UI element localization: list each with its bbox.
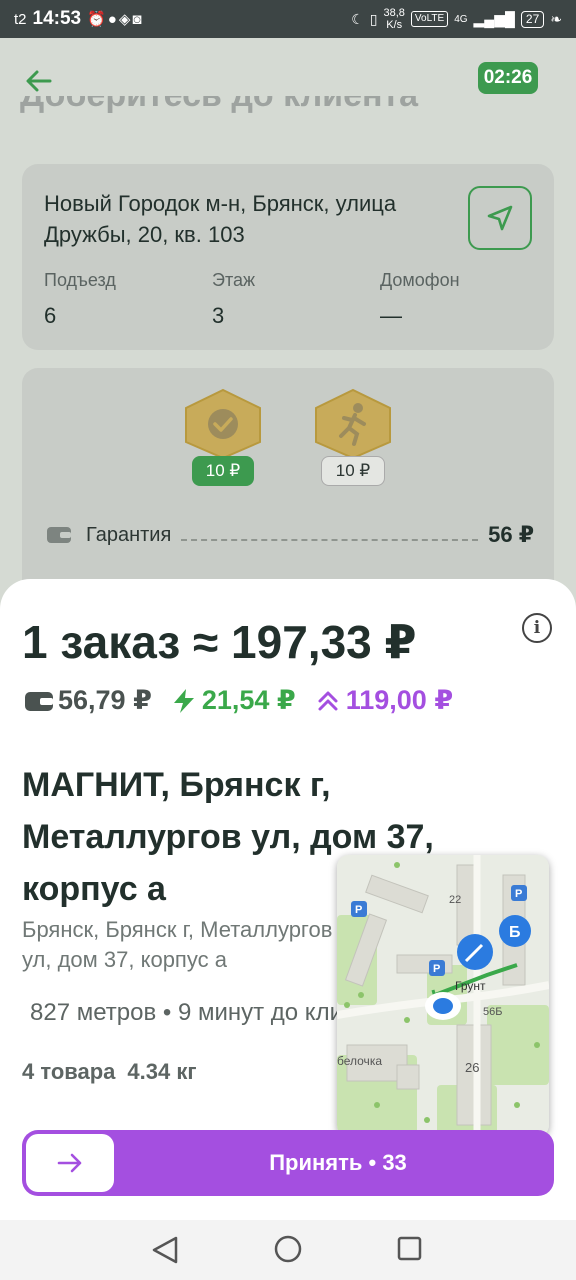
map-label-house: 56Б bbox=[483, 1006, 502, 1018]
parking-icon: P bbox=[515, 888, 522, 900]
entrance-field: Подъезд 6 bbox=[44, 270, 116, 328]
leaf-icon: ❧ bbox=[550, 10, 562, 27]
boost-pay: 119,00 ₽ bbox=[314, 685, 453, 716]
page-title: Доберитесь до клиента bbox=[20, 96, 460, 122]
parking-icon: P bbox=[355, 904, 362, 916]
items-summary: 4 товара 4.34 кг bbox=[22, 1059, 197, 1085]
vibrate-icon: ▯ bbox=[369, 10, 378, 27]
base-pay: 56,79 ₽ bbox=[24, 685, 152, 716]
guarantee-leader bbox=[181, 529, 479, 541]
badge-amount-inactive: 10 ₽ bbox=[321, 456, 385, 486]
address-card: Новый Городок м-н, Брянск, улица Дружбы,… bbox=[22, 164, 554, 350]
items-weight: 4.34 кг bbox=[127, 1059, 197, 1084]
floor-field: Этаж 3 bbox=[212, 270, 256, 328]
navigate-button[interactable] bbox=[468, 186, 532, 250]
map-label-ground: Грунт bbox=[455, 979, 486, 993]
arrow-left-icon bbox=[26, 70, 52, 92]
destination-marker: Б bbox=[509, 924, 521, 941]
map-label-kindergarten: белочка bbox=[337, 1054, 382, 1068]
network-type: 4G bbox=[454, 13, 468, 25]
guarantee-label: Гарантия bbox=[86, 523, 172, 546]
slider-handle[interactable] bbox=[26, 1134, 114, 1192]
earnings-row: 56,79 ₽ 21,54 ₽ 119,00 ₽ bbox=[24, 685, 453, 716]
network-speed: 38,8 K/s bbox=[383, 7, 405, 31]
arrow-right-icon bbox=[57, 1153, 82, 1173]
order-sheet: 1 заказ ≈ 197,33 ₽ i 56,79 ₽ 21,54 ₽ 119… bbox=[0, 579, 576, 1220]
runner-hex-icon[interactable] bbox=[314, 388, 392, 460]
route-map[interactable]: P P P Б Грунт 56Б 26 22 белочка bbox=[337, 855, 549, 1137]
navigation-bar bbox=[0, 1220, 576, 1280]
distance-row: 827 метров • 9 минут до клиента bbox=[22, 999, 342, 1027]
bonus-card: 10 ₽ 10 ₽ Гарантия 56 ₽ bbox=[22, 368, 554, 608]
check-hex-icon[interactable] bbox=[184, 388, 262, 460]
clock: 14:53 bbox=[32, 8, 82, 29]
notification-icons: ⏰●◈◙ bbox=[87, 11, 144, 28]
home-nav-icon[interactable] bbox=[274, 1235, 302, 1263]
chevrons-up-icon bbox=[318, 691, 338, 710]
order-title: 1 заказ ≈ 197,33 ₽ bbox=[22, 616, 417, 668]
moon-icon: ☾ bbox=[351, 10, 364, 27]
wallet-icon bbox=[25, 691, 53, 711]
signal-icon: ▂▄▆█ bbox=[473, 10, 515, 27]
bolt-icon bbox=[173, 688, 194, 713]
badge-amount-active: 10 ₽ bbox=[192, 456, 254, 486]
back-button[interactable] bbox=[22, 64, 56, 98]
accept-label: Принять • 33 bbox=[269, 1150, 407, 1175]
intercom-field: Домофон — bbox=[380, 270, 460, 328]
store-address: Брянск, Брянск г, Металлургов ул, дом 37… bbox=[22, 917, 333, 972]
accept-slider[interactable]: Принять • 33 bbox=[22, 1130, 554, 1196]
navigation-arrow-icon bbox=[487, 205, 513, 231]
back-nav-icon[interactable] bbox=[152, 1236, 178, 1264]
battery-icon: 27 bbox=[520, 10, 545, 28]
info-icon[interactable]: i bbox=[522, 613, 552, 643]
delivery-address: Новый Городок м-н, Брянск, улица Дружбы,… bbox=[44, 191, 397, 247]
wallet-icon bbox=[47, 527, 71, 543]
recents-nav-icon[interactable] bbox=[397, 1236, 422, 1261]
volte-badge: VoLTE bbox=[410, 11, 449, 27]
parking-icon: P bbox=[433, 963, 440, 975]
map-label-house: 26 bbox=[465, 1060, 479, 1075]
status-bar: t2 14:53 ⏰●◈◙ ☾ ▯ 38,8 K/s VoLTE 4G ▂▄▆█… bbox=[0, 0, 576, 38]
carrier-label: t2 bbox=[14, 10, 27, 28]
guarantee-row: Гарантия 56 ₽ bbox=[46, 522, 534, 548]
map-label-house: 22 bbox=[449, 894, 461, 906]
timer-badge: 02:26 bbox=[478, 62, 538, 94]
bonus-pay: 21,54 ₽ bbox=[170, 685, 296, 716]
items-count: 4 товара bbox=[22, 1059, 116, 1084]
guarantee-value: 56 ₽ bbox=[488, 522, 534, 547]
